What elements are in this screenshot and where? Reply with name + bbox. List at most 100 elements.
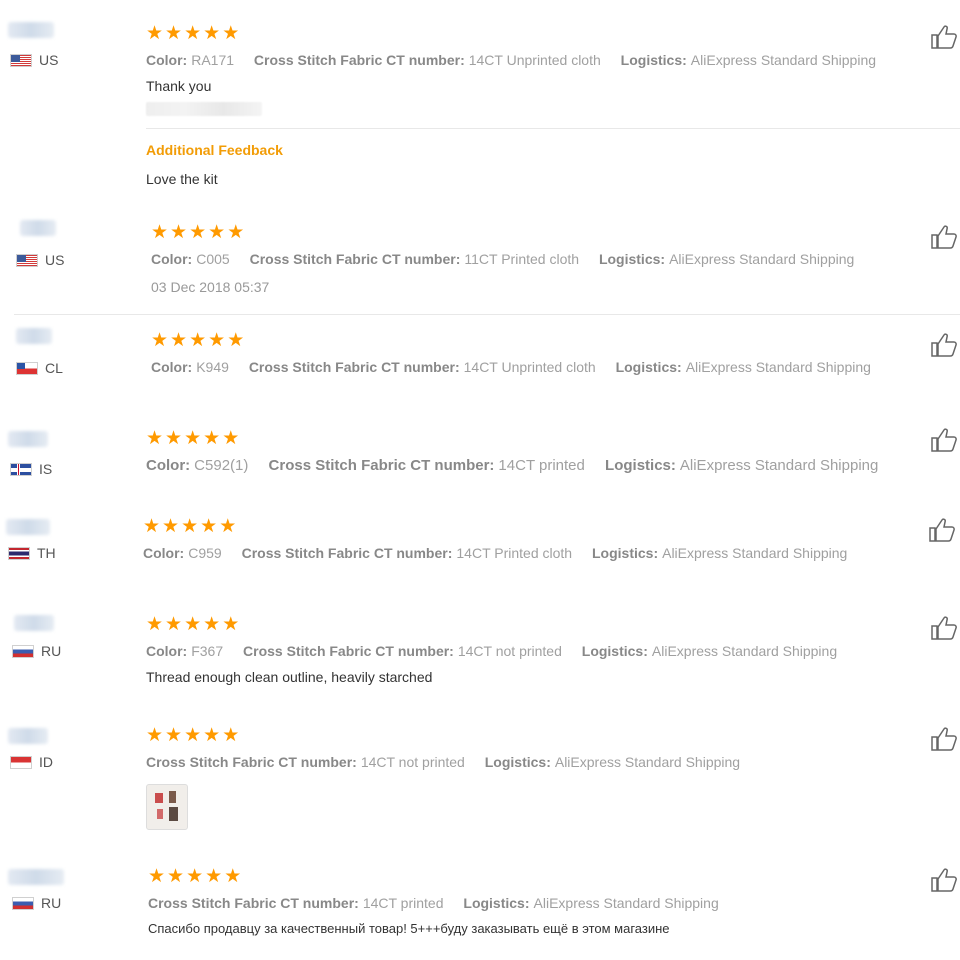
- star-icon: ★: [186, 866, 204, 887]
- star-icon: ★: [189, 330, 207, 351]
- country-code: IS: [39, 461, 53, 477]
- reviewer-country: ID: [10, 754, 53, 770]
- rating-stars: ★ ★ ★ ★ ★: [151, 223, 911, 242]
- ct-value: 14CT printed: [362, 895, 444, 911]
- color-value: C005: [196, 251, 230, 267]
- star-icon: ★: [208, 222, 226, 243]
- country-code: US: [45, 252, 65, 268]
- country-flag-icon: [10, 462, 32, 476]
- ct-label: Cross Stitch Fabric CT number:: [249, 251, 461, 267]
- logistics-label: Logistics:: [615, 359, 682, 375]
- thumbs-up-icon[interactable]: [930, 867, 960, 893]
- star-icon: ★: [208, 330, 226, 351]
- country-flag-icon: [10, 755, 32, 769]
- thumbs-up-icon[interactable]: [930, 427, 960, 453]
- thumbs-up-icon[interactable]: [930, 726, 960, 752]
- review-item: IS ★ ★ ★ ★ ★ Color: C592(1) Cross Stitch Fabr…: [0, 427, 960, 507]
- review-text: Спасибо продавцу за качественный товар! …: [148, 921, 670, 936]
- reviewer-name-blurred: [6, 519, 50, 535]
- country-code: RU: [41, 895, 62, 911]
- country-flag-icon: [16, 253, 38, 267]
- ct-label: Cross Stitch Fabric CT number:: [146, 754, 357, 770]
- reviewer-country: US: [16, 252, 64, 268]
- review-item: TH ★ ★ ★ ★ ★ Color: C959 Cross Stitch Fabric …: [0, 515, 960, 595]
- thumbs-up-icon[interactable]: [930, 332, 960, 358]
- star-icon: ★: [184, 614, 202, 635]
- reviewer-name-blurred: [20, 220, 56, 236]
- star-icon: ★: [165, 725, 183, 746]
- rating-stars: ★ ★ ★ ★ ★: [146, 615, 906, 634]
- rating-stars: ★ ★ ★ ★ ★: [143, 517, 903, 536]
- rating-stars: ★ ★ ★ ★ ★: [151, 331, 911, 350]
- reviewer-country: RU: [12, 643, 61, 659]
- star-icon: ★: [203, 428, 221, 449]
- reviewer-name-blurred: [8, 431, 48, 447]
- star-icon: ★: [224, 866, 242, 887]
- star-icon: ★: [162, 516, 180, 537]
- ct-label: Cross Stitch Fabric CT number:: [241, 545, 453, 561]
- color-label: Color:: [146, 52, 188, 68]
- review-date: 03 Dec 2018 05:37: [151, 279, 270, 295]
- review-item: RU ★ ★ ★ ★ ★ Cross Stitch Fabric CT number: 1…: [0, 865, 960, 955]
- rating-stars: ★ ★ ★ ★ ★: [146, 24, 906, 43]
- review-text: Thread enough clean outline, heavily sta…: [146, 669, 433, 685]
- reviewer-name-blurred: [14, 615, 54, 631]
- star-icon: ★: [165, 23, 183, 44]
- star-icon: ★: [227, 222, 245, 243]
- country-code: ID: [39, 754, 53, 770]
- star-icon: ★: [222, 725, 240, 746]
- logistics-value: AliExpress Standard Shipping: [554, 754, 741, 770]
- thumbs-up-icon[interactable]: [928, 517, 958, 543]
- order-attributes: Color: C592(1) Cross Stitch Fabric CT num…: [146, 457, 906, 474]
- ct-label: Cross Stitch Fabric CT number:: [243, 643, 454, 659]
- ct-value: 11CT Printed cloth: [464, 251, 580, 267]
- color-value: K949: [196, 359, 229, 375]
- star-icon: ★: [184, 23, 202, 44]
- country-flag-icon: [16, 361, 38, 375]
- thumbs-up-icon[interactable]: [930, 615, 960, 641]
- logistics-label: Logistics:: [605, 457, 676, 474]
- divider: [146, 128, 960, 129]
- star-icon: ★: [181, 516, 199, 537]
- star-icon: ★: [219, 516, 237, 537]
- color-value: C592(1): [194, 457, 249, 474]
- order-attributes: Color: RA171 Cross Stitch Fabric CT numbe…: [146, 52, 906, 68]
- star-icon: ★: [222, 23, 240, 44]
- reviewer-name-blurred: [8, 22, 54, 38]
- star-icon: ★: [151, 222, 169, 243]
- logistics-value: AliExpress Standard Shipping: [685, 359, 871, 375]
- ct-value: 14CT Unprinted cloth: [468, 52, 601, 68]
- star-icon: ★: [222, 428, 240, 449]
- color-label: Color:: [143, 545, 185, 561]
- reviewer-name-blurred: [8, 728, 48, 744]
- logistics-value: AliExpress Standard Shipping: [651, 643, 838, 659]
- star-icon: ★: [146, 23, 164, 44]
- color-value: RA171: [191, 52, 235, 68]
- country-code: CL: [45, 360, 63, 376]
- star-icon: ★: [184, 428, 202, 449]
- additional-feedback-title: Additional Feedback: [146, 142, 283, 158]
- review-photo-thumbnail[interactable]: [146, 784, 188, 830]
- ct-value: 14CT printed: [498, 457, 585, 474]
- logistics-value: AliExpress Standard Shipping: [690, 52, 877, 68]
- country-flag-icon: [12, 644, 34, 658]
- star-icon: ★: [200, 516, 218, 537]
- logistics-value: AliExpress Standard Shipping: [662, 545, 848, 561]
- ct-value: 14CT not printed: [360, 754, 465, 770]
- blurred-content: [146, 102, 262, 116]
- divider: [14, 314, 960, 315]
- logistics-value: AliExpress Standard Shipping: [533, 895, 719, 911]
- reviewer-country: US: [10, 52, 58, 68]
- logistics-label: Logistics:: [463, 895, 530, 911]
- review-item: RU ★ ★ ★ ★ ★ Color: F367 Cross Stitch Fabric …: [0, 613, 960, 703]
- order-attributes: Color: F367 Cross Stitch Fabric CT number…: [146, 643, 906, 659]
- star-icon: ★: [146, 428, 164, 449]
- thumbs-up-icon[interactable]: [930, 24, 960, 50]
- review-item: ID ★ ★ ★ ★ ★ Cross Stitch Fabric CT number: 1…: [0, 724, 960, 844]
- star-icon: ★: [148, 866, 166, 887]
- order-attributes: Cross Stitch Fabric CT number: 14CT not p…: [146, 754, 906, 770]
- logistics-label: Logistics:: [620, 52, 687, 68]
- star-icon: ★: [151, 330, 169, 351]
- thumbs-up-icon[interactable]: [930, 224, 960, 250]
- logistics-label: Logistics:: [598, 251, 666, 267]
